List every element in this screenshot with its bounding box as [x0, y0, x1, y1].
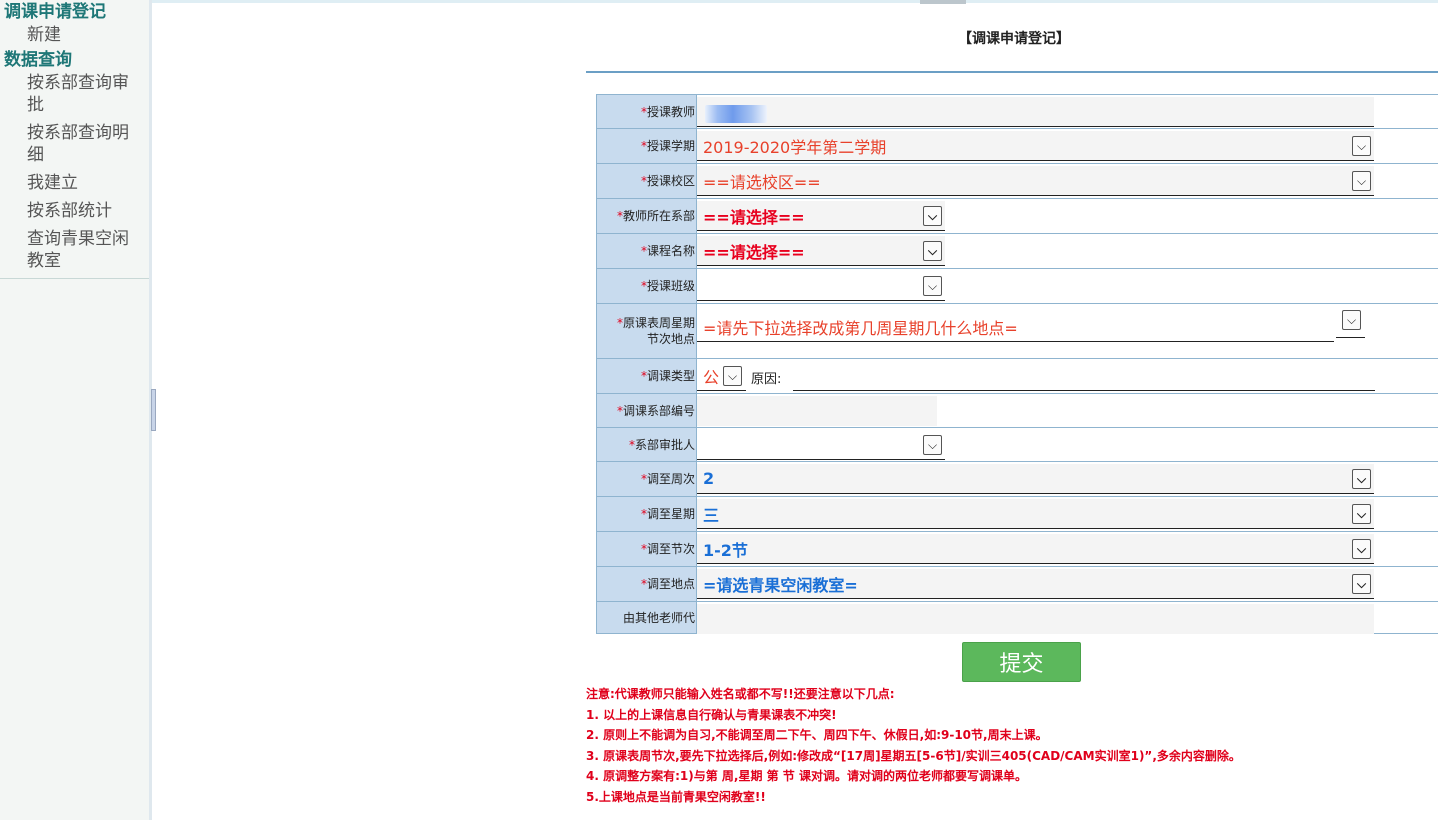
chevron-down-icon[interactable]: ⌵ [1342, 310, 1361, 330]
row-dept-code: * 调课系部编号 [596, 394, 1438, 428]
nav-item-free-classroom[interactable]: 查询青果空闲教室 [0, 228, 149, 272]
row-to-weekday: * 调至星期 三 ⌵ [596, 497, 1438, 532]
label-dept-code: * 调课系部编号 [596, 394, 697, 427]
nav-item-query-approval[interactable]: 按系部查询审批 [0, 72, 149, 116]
label-substitute: 由其他老师代 [596, 602, 697, 633]
row-to-week: * 调至周次 2 ⌵ [596, 462, 1438, 497]
chevron-down-icon[interactable]: ⌵ [923, 435, 942, 455]
nav-group-query[interactable]: 数据查询 [0, 48, 149, 72]
substitute-input[interactable] [697, 604, 1374, 634]
row-to-period: * 调至节次 1-2节 ⌵ [596, 532, 1438, 567]
to-location-select[interactable]: =请选青果空闲教室= ⌵ [697, 569, 1374, 599]
nav-item-stats[interactable]: 按系部统计 [0, 200, 149, 222]
note-line: 1. 以上的上课信息自行确认与青果课表不冲突! [586, 707, 837, 722]
label-teacher: * 授课教师 [596, 95, 697, 128]
nav-item-query-detail[interactable]: 按系部查询明细 [0, 122, 149, 166]
sidebar: 调课申请登记 新建 数据查询 按系部查询审批 按系部查询明细 我建立 按系部统计… [0, 0, 152, 820]
row-campus: * 授课校区 ==请选校区== ⌵ [596, 164, 1438, 199]
note-line: 注意:代课教师只能输入姓名或都不写!!还要注意以下几点: [586, 687, 895, 701]
label-to-week: * 调至周次 [596, 462, 697, 496]
submit-button[interactable]: 提交 [962, 642, 1081, 682]
to-weekday-select[interactable]: 三 ⌵ [697, 499, 1374, 529]
note-line: 5.上课地点是当前青果空闲教室!! [586, 789, 766, 804]
label-class: * 授课班级 [596, 269, 697, 303]
row-dept: * 教师所在系部 ==请选择== ⌵ [596, 199, 1438, 234]
page-title: 【调课申请登记】 [958, 31, 1070, 47]
chevron-down-icon[interactable]: ⌵ [1352, 469, 1371, 489]
to-period-select[interactable]: 1-2节 ⌵ [697, 534, 1374, 564]
label-adjust-type: * 调课类型 [596, 359, 697, 393]
note-line: 2. 原则上不能调为自习,不能调至周二下午、周四下午、休假日,如:9-10节,周… [586, 728, 1048, 742]
row-original: *原课表周星期 节次地点 =请先下拉选择改成第几周星期几什么地点= ⌵ [596, 304, 1438, 359]
row-teacher: * 授课教师 [596, 95, 1438, 129]
chevron-down-icon[interactable]: ⌵ [1352, 504, 1371, 524]
label-to-period: * 调至节次 [596, 532, 697, 566]
reason-label: 原因: [751, 372, 782, 387]
label-course: * 课程名称 [596, 234, 697, 268]
row-course: * 课程名称 ==请选择== ⌵ [596, 234, 1438, 269]
class-select[interactable]: ⌵ [697, 271, 945, 301]
label-approver: * 系部审批人 [596, 428, 697, 461]
campus-select[interactable]: ==请选校区== ⌵ [697, 166, 1374, 196]
label-to-location: * 调至地点 [596, 567, 697, 601]
row-substitute: 由其他老师代 [596, 602, 1438, 634]
chevron-down-icon[interactable]: ⌵ [923, 276, 942, 296]
term-select[interactable]: 2019-2020学年第二学期 ⌵ [697, 131, 1374, 161]
teacher-name-redacted [705, 105, 767, 123]
label-to-weekday: * 调至星期 [596, 497, 697, 531]
note-line: 3. 原课表周节次,要先下拉选择后,例如:修改成“[17周]星期五[5-6节]/… [586, 748, 1241, 763]
form-table: * 授课教师 * 授课学期 2019-2020学年第二学期 ⌵ * 授课校区 ==请选… [596, 94, 1438, 634]
adjust-type-select[interactable]: 公 ⌵ [697, 361, 746, 391]
original-schedule-dropdown[interactable]: ⌵ [1336, 308, 1365, 338]
chevron-down-icon[interactable]: ⌵ [923, 206, 942, 226]
nav-item-my-created[interactable]: 我建立 [0, 172, 149, 194]
label-original: *原课表周星期 节次地点 [596, 304, 697, 358]
nav-item-new[interactable]: 新建 [0, 24, 149, 46]
label-term: * 授课学期 [596, 129, 697, 163]
original-schedule-input[interactable]: =请先下拉选择改成第几周星期几什么地点= [697, 312, 1334, 342]
top-tab-handle[interactable] [920, 0, 966, 4]
chevron-down-icon[interactable]: ⌵ [1352, 574, 1371, 594]
chevron-down-icon[interactable]: ⌵ [923, 241, 942, 261]
chevron-down-icon[interactable]: ⌵ [723, 366, 742, 386]
dept-select[interactable]: ==请选择== ⌵ [697, 201, 945, 231]
nav-group-apply[interactable]: 调课申请登记 [0, 0, 149, 24]
sidebar-collapse-handle[interactable] [151, 389, 156, 431]
notes: 注意:代课教师只能输入姓名或都不写!!还要注意以下几点: 1. 以上的上课信息自… [586, 684, 1438, 807]
top-border [152, 0, 1438, 3]
row-term: * 授课学期 2019-2020学年第二学期 ⌵ [596, 129, 1438, 164]
row-adjust-type: * 调课类型 公 ⌵ 原因: [596, 359, 1438, 394]
approver-select[interactable]: ⌵ [697, 430, 945, 460]
label-campus: * 授课校区 [596, 164, 697, 198]
teacher-input[interactable] [697, 97, 1374, 127]
chevron-down-icon[interactable]: ⌵ [1352, 539, 1371, 559]
label-dept: * 教师所在系部 [596, 199, 697, 233]
chevron-down-icon[interactable]: ⌵ [1352, 136, 1371, 156]
chevron-down-icon[interactable]: ⌵ [1352, 171, 1371, 191]
note-line: 4. 原调整方案有:1)与第 周,星期 第 节 课对调。请对调的两位老师都要写调… [586, 769, 1027, 783]
to-week-select[interactable]: 2 ⌵ [697, 464, 1374, 494]
course-select[interactable]: ==请选择== ⌵ [697, 236, 945, 266]
dept-code-input[interactable] [697, 396, 937, 426]
row-approver: * 系部审批人 ⌵ [596, 428, 1438, 462]
row-to-location: * 调至地点 =请选青果空闲教室= ⌵ [596, 567, 1438, 602]
reason-input[interactable] [793, 361, 1375, 391]
row-class: * 授课班级 ⌵ [596, 269, 1438, 304]
sidebar-divider [0, 278, 149, 279]
title-divider [586, 71, 1438, 73]
